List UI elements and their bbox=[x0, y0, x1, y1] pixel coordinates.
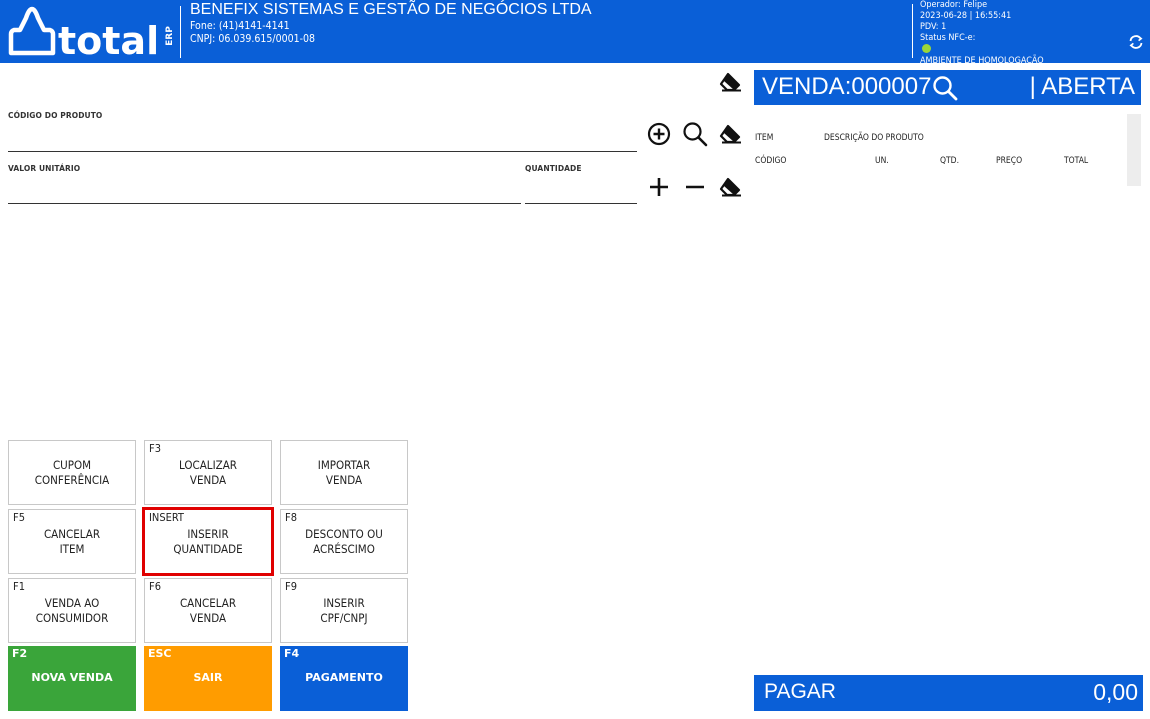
button-label: SAIR bbox=[193, 671, 223, 684]
nfce-status-label: Status NFC-e: bbox=[920, 33, 976, 43]
minus-icon[interactable] bbox=[684, 176, 706, 198]
button-label: CANCELAR VENDA bbox=[179, 596, 237, 625]
cancelar-venda-button[interactable]: F6 CANCELAR VENDA bbox=[144, 578, 272, 643]
shortcut-key: ESC bbox=[148, 647, 172, 660]
product-code-input[interactable] bbox=[8, 125, 636, 149]
add-circle-icon[interactable] bbox=[647, 122, 671, 146]
button-label: PAGAMENTO bbox=[305, 671, 383, 684]
eraser-icon[interactable] bbox=[719, 177, 743, 197]
refresh-icon[interactable] bbox=[1128, 34, 1144, 50]
quantity-underline bbox=[525, 203, 637, 204]
product-code-label: CÓDIGO DO PRODUTO bbox=[8, 111, 103, 120]
button-label: INSERIR QUANTIDADE bbox=[173, 527, 243, 556]
inserir-quantidade-button[interactable]: INSERT INSERIR QUANTIDADE bbox=[142, 507, 274, 576]
column-description: DESCRIÇÃO DO PRODUTO bbox=[824, 133, 924, 143]
shortcut-key: F2 bbox=[12, 647, 28, 660]
button-label: IMPORTAR VENDA bbox=[317, 458, 371, 487]
column-quantity: QTD. bbox=[940, 156, 960, 166]
cupom-conferencia-button[interactable]: CUPOM CONFERÊNCIA bbox=[8, 440, 136, 505]
importar-venda-button[interactable]: IMPORTAR VENDA bbox=[280, 440, 408, 505]
shortcut-key: F9 bbox=[285, 580, 297, 593]
sale-items-header: ITEM DESCRIÇÃO DO PRODUTO CÓDIGO UN. QTD… bbox=[755, 130, 1125, 170]
button-label: CANCELAR ITEM bbox=[43, 527, 101, 556]
payment-bar[interactable]: PAGAR 0,00 bbox=[754, 675, 1143, 711]
cancelar-item-button[interactable]: F5 CANCELAR ITEM bbox=[8, 509, 136, 574]
inserir-cpf-cnpj-button[interactable]: F9 INSERIR CPF/CNPJ bbox=[280, 578, 408, 643]
shortcut-key: F3 bbox=[149, 442, 161, 455]
operator-info: Operador: Felipe 2023-06-28 | 16:55:41 P… bbox=[920, 0, 1120, 67]
column-code: CÓDIGO bbox=[755, 156, 787, 166]
plus-icon[interactable] bbox=[648, 176, 670, 198]
button-label: DESCONTO OU ACRÉSCIMO bbox=[305, 527, 383, 556]
logo-text: total bbox=[58, 19, 159, 60]
eraser-icon[interactable] bbox=[719, 124, 743, 144]
venda-consumidor-button[interactable]: F1 VENDA AO CONSUMIDOR bbox=[8, 578, 136, 643]
column-unit: UN. bbox=[875, 156, 889, 166]
status-dot-icon bbox=[922, 44, 931, 53]
sale-header: VENDA:000007 | ABERTA bbox=[754, 70, 1141, 105]
shortcut-key: F1 bbox=[13, 580, 25, 593]
shortcut-key: F5 bbox=[13, 511, 25, 524]
localizar-venda-button[interactable]: F3 LOCALIZAR VENDA bbox=[144, 440, 272, 505]
search-icon[interactable] bbox=[682, 121, 708, 147]
shortcut-key: F4 bbox=[284, 647, 300, 660]
search-icon[interactable] bbox=[932, 75, 958, 101]
sale-status: | ABERTA bbox=[1029, 73, 1135, 100]
payment-total: 0,00 bbox=[1093, 679, 1138, 705]
company-cnpj: CNPJ: 06.039.615/0001-08 bbox=[190, 32, 316, 45]
session-datetime: 2023-06-28 | 16:55:41 bbox=[920, 11, 1012, 21]
logo-badge: ERP bbox=[165, 26, 174, 46]
button-label: NOVA VENDA bbox=[31, 671, 113, 684]
pagamento-button[interactable]: F4 PAGAMENTO bbox=[280, 646, 408, 711]
app-header: total ERP BENEFIX SISTEMAS E GESTÃO DE N… bbox=[0, 0, 1150, 66]
bag-icon bbox=[8, 6, 56, 56]
shortcut-key: F6 bbox=[149, 580, 161, 593]
button-label: CUPOM CONFERÊNCIA bbox=[34, 458, 110, 487]
shortcut-key: INSERT bbox=[149, 511, 184, 524]
quantity-input[interactable] bbox=[525, 178, 635, 202]
column-item: ITEM bbox=[755, 133, 774, 143]
nfce-status: Status NFC-e: bbox=[920, 33, 1120, 56]
items-scrollbar[interactable] bbox=[1127, 114, 1141, 186]
company-info: BENEFIX SISTEMAS E GESTÃO DE NEGÓCIOS LT… bbox=[190, 2, 710, 44]
pdv-number: PDV: 1 bbox=[920, 22, 947, 32]
column-price: PREÇO bbox=[996, 156, 1023, 166]
unit-value-underline bbox=[8, 203, 521, 204]
environment-label: AMBIENTE DE HOMOLOGAÇÃO bbox=[920, 56, 1044, 66]
button-label: INSERIR CPF/CNPJ bbox=[320, 596, 368, 625]
sale-number: VENDA:000007 bbox=[762, 73, 932, 100]
desconto-acrescimo-button[interactable]: F8 DESCONTO OU ACRÉSCIMO bbox=[280, 509, 408, 574]
shortcut-key: F8 bbox=[285, 511, 297, 524]
nova-venda-button[interactable]: F2 NOVA VENDA bbox=[8, 646, 136, 711]
eraser-icon[interactable] bbox=[719, 72, 743, 92]
header-divider bbox=[180, 6, 181, 58]
unit-value-label: VALOR UNITÁRIO bbox=[8, 164, 81, 173]
company-name: BENEFIX SISTEMAS E GESTÃO DE NEGÓCIOS LT… bbox=[190, 1, 592, 18]
quantity-label: QUANTIDADE bbox=[525, 164, 582, 173]
unit-value-input[interactable] bbox=[8, 178, 520, 202]
operator-divider bbox=[912, 4, 913, 58]
product-code-underline bbox=[8, 151, 637, 152]
operator-name: Operador: Felipe bbox=[920, 0, 988, 10]
logo: total ERP bbox=[8, 6, 174, 60]
button-label: VENDA AO CONSUMIDOR bbox=[35, 596, 109, 625]
column-total: TOTAL bbox=[1064, 156, 1089, 166]
button-label: LOCALIZAR VENDA bbox=[179, 458, 237, 487]
company-phone: Fone: (41)4141-4141 bbox=[190, 20, 290, 32]
payment-label: PAGAR bbox=[764, 680, 836, 703]
sair-button[interactable]: ESC SAIR bbox=[144, 646, 272, 711]
